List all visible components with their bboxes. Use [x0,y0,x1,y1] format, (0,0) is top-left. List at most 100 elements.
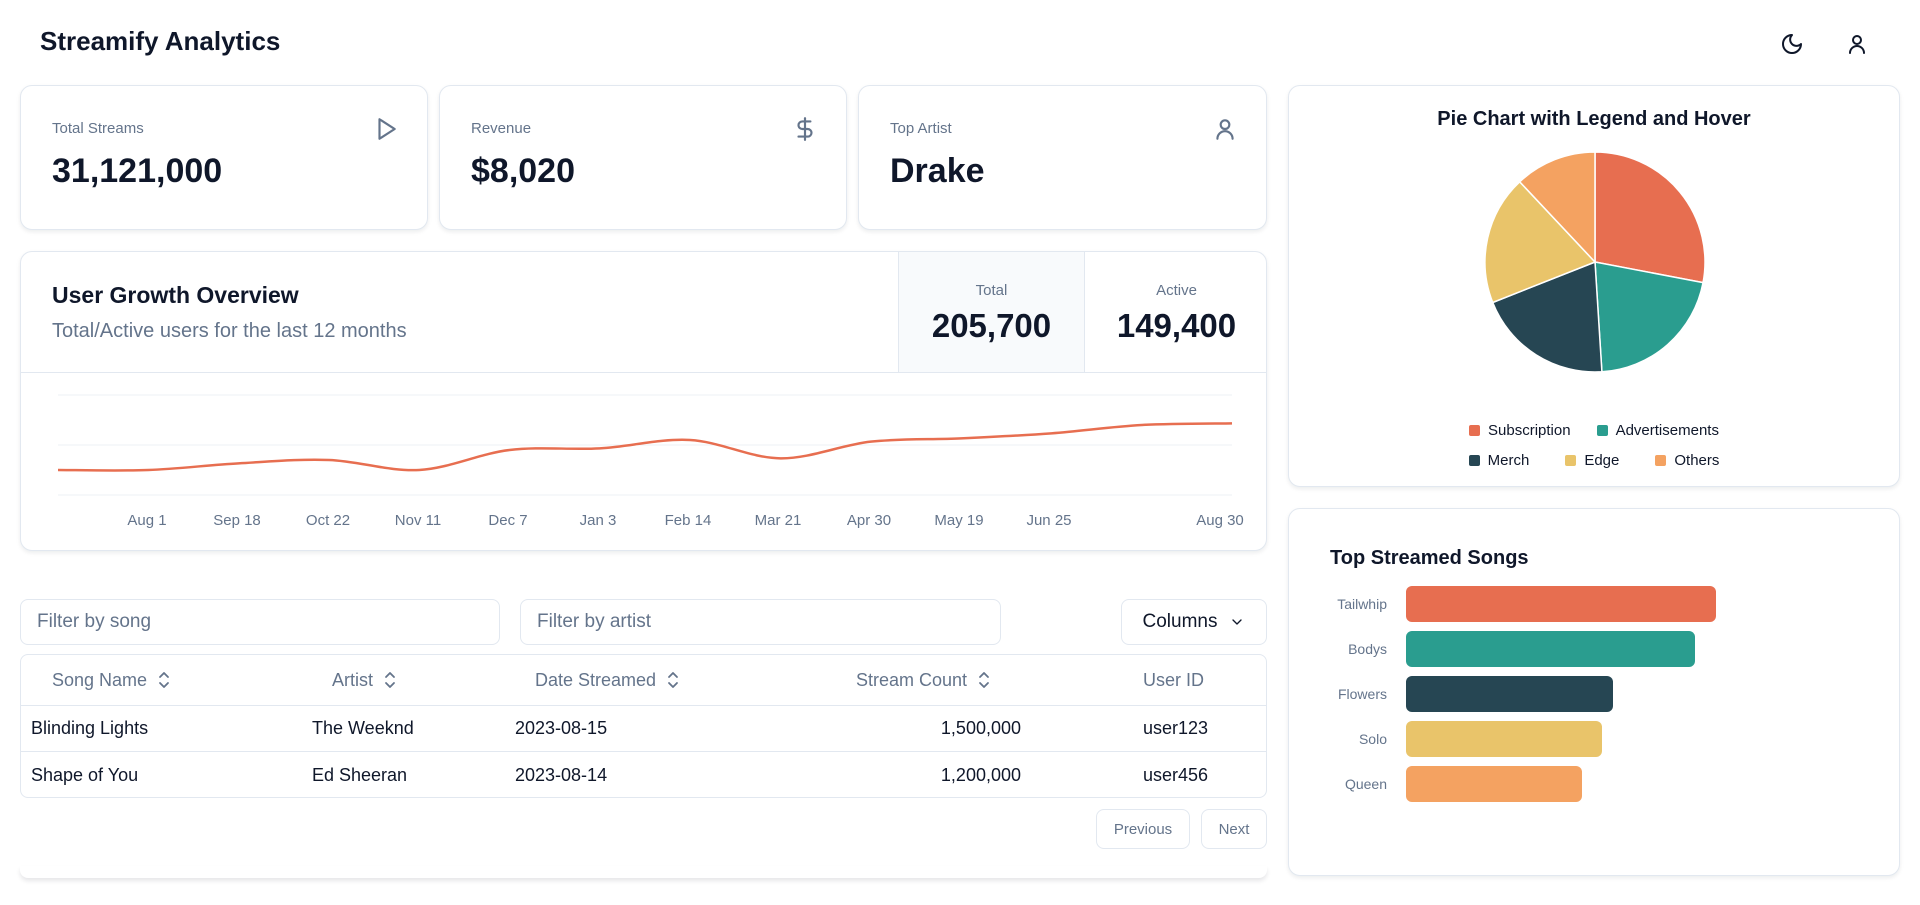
column-header-label: Artist [332,669,374,690]
legend-label: Others [1674,452,1720,469]
legend-label: Merch [1487,452,1530,469]
stat-card-revenue: Revenue $8,020 [439,85,847,230]
legend-swatch [1468,455,1480,466]
sort-song-name-button[interactable]: Song Name [52,655,171,705]
columns-label: Columns [1142,611,1218,632]
pie-legend-row-1: Subscription Advertisements [1289,422,1899,439]
table-header-row: Song Name Artist Date Streamed Stream Co… [21,655,1266,706]
legend-label: Advertisements [1615,422,1719,439]
artist-filter-input[interactable] [520,599,1001,645]
chevron-down-icon [1232,619,1243,625]
user-id-cell: user123 [1143,718,1209,738]
sort-icon [385,672,395,688]
x-tick-label: Nov 11 [395,512,441,529]
sort-stream-count-button[interactable]: Stream Count [856,655,991,705]
growth-title: User Growth Overview [52,282,299,308]
sort-icon [668,672,678,688]
bar-tailwhip[interactable] [1406,586,1716,622]
bar-queen[interactable] [1406,766,1582,802]
x-tick-label: May 19 [934,512,983,529]
artist-cell: Ed Sheeran [312,764,408,785]
sort-artist-button[interactable]: Artist [332,655,397,705]
legend-swatch [1565,455,1577,466]
x-tick-label: Jan 3 [580,512,617,529]
growth-active-label: Active [1156,282,1197,299]
pie-chart-title: Pie Chart with Legend and Hover [1437,108,1751,130]
stat-card-top-artist: Top Artist Drake [858,85,1267,230]
top-songs-card: Top Streamed Songs Tailwhip Bodys Flowers S… [1288,508,1900,876]
legend-item-edge[interactable]: Edge [1565,452,1619,469]
stat-value: $8,020 [471,152,575,190]
column-header-label: Stream Count [856,669,968,690]
stat-label: Total Streams [52,120,144,137]
song-filter-input[interactable] [20,599,500,645]
app-title: Streamify Analytics [40,26,281,56]
growth-total-tab[interactable]: Total 205,700 [898,252,1084,372]
stat-value: 31,121,000 [52,152,223,190]
user-id-header: User ID [1143,655,1204,705]
streams-table: Song Name Artist Date Streamed Stream Co… [20,654,1267,798]
x-tick-label: Feb 14 [665,512,712,529]
bar-category-label: Tailwhip [1337,596,1387,612]
growth-active-tab[interactable]: Active 149,400 [1084,252,1266,372]
columns-dropdown-button[interactable]: Columns [1121,599,1267,645]
next-page-button[interactable]: Next [1201,809,1267,849]
bar-category-label: Flowers [1338,686,1387,702]
x-tick-label: Jun 25 [1026,512,1071,529]
table-card-bottom [20,866,1267,878]
previous-page-button[interactable]: Previous [1096,809,1190,849]
song-name-cell: Blinding Lights [31,718,149,738]
user-menu-button[interactable] [1837,24,1877,64]
pie-chart-card: Pie Chart with Legend and Hover Subscrip… [1288,85,1900,487]
user-growth-line-chart: Aug 1 Sep 18 Oct 22 Nov 11 Dec 7 Jan 3 Feb 14 M… [57,394,1244,529]
legend-swatch [1469,425,1481,436]
user-icon [1849,35,1865,54]
date-streamed-cell: 2023-08-14 [515,764,608,785]
x-tick-label: Dec 7 [488,512,527,529]
top-songs-bar-chart: Tailwhip Bodys Flowers Solo Queen [1337,586,1716,802]
sort-icon [159,672,169,688]
growth-total-label: Total [975,282,1008,299]
stat-label: Top Artist [890,120,952,137]
growth-series-line [57,422,1233,472]
x-tick-label: Sep 18 [213,512,261,529]
legend-item-merch[interactable]: Merch [1468,452,1530,469]
pie-slice-subscription[interactable] [1594,151,1706,284]
bar-solo[interactable] [1406,721,1602,757]
moon-icon [1782,34,1802,54]
x-tick-label: Aug 30 [1196,512,1244,529]
column-header-label: Date Streamed [535,669,657,690]
user-id-cell: user456 [1143,764,1209,785]
stat-card-total-streams: Total Streams 31,121,000 [20,85,428,230]
column-header-label: Song Name [52,669,148,690]
table-row[interactable]: Shape of You Ed Sheeran 2023-08-14 1,200… [21,752,1266,797]
legend-label: Subscription [1488,422,1571,439]
top-header: Streamify Analytics [0,0,1920,86]
pie-chart [1484,151,1706,373]
x-tick-label: Aug 1 [127,512,166,529]
bar-category-label: Solo [1359,731,1387,747]
stream-count-cell: 1,500,000 [940,718,1021,738]
bar-flowers[interactable] [1406,676,1613,712]
x-tick-label: Oct 22 [306,512,350,529]
theme-toggle-button[interactable] [1772,24,1812,64]
column-header-label: User ID [1143,669,1205,690]
pie-legend-row-2: Merch Edge Others [1289,452,1899,469]
growth-active-value: 149,400 [1116,307,1237,344]
bar-bodys[interactable] [1406,631,1695,667]
sort-icon [979,672,989,688]
legend-swatch [1655,455,1667,466]
legend-item-others[interactable]: Others [1655,452,1719,469]
bar-category-label: Bodys [1348,641,1387,657]
song-name-cell: Shape of You [31,764,139,785]
user-growth-card: User Growth Overview Total/Active users … [20,251,1267,551]
dollar-icon [797,117,813,141]
table-row[interactable]: Blinding Lights The Weeknd 2023-08-15 1,… [21,706,1266,752]
top-songs-title: Top Streamed Songs [1330,547,1529,569]
sort-date-streamed-button[interactable]: Date Streamed [535,655,680,705]
stream-count-cell: 1,200,000 [940,764,1021,785]
legend-item-subscription[interactable]: Subscription [1469,422,1571,439]
legend-swatch [1596,425,1608,436]
legend-item-advertisements[interactable]: Advertisements [1596,422,1719,439]
stat-label: Revenue [471,120,532,137]
